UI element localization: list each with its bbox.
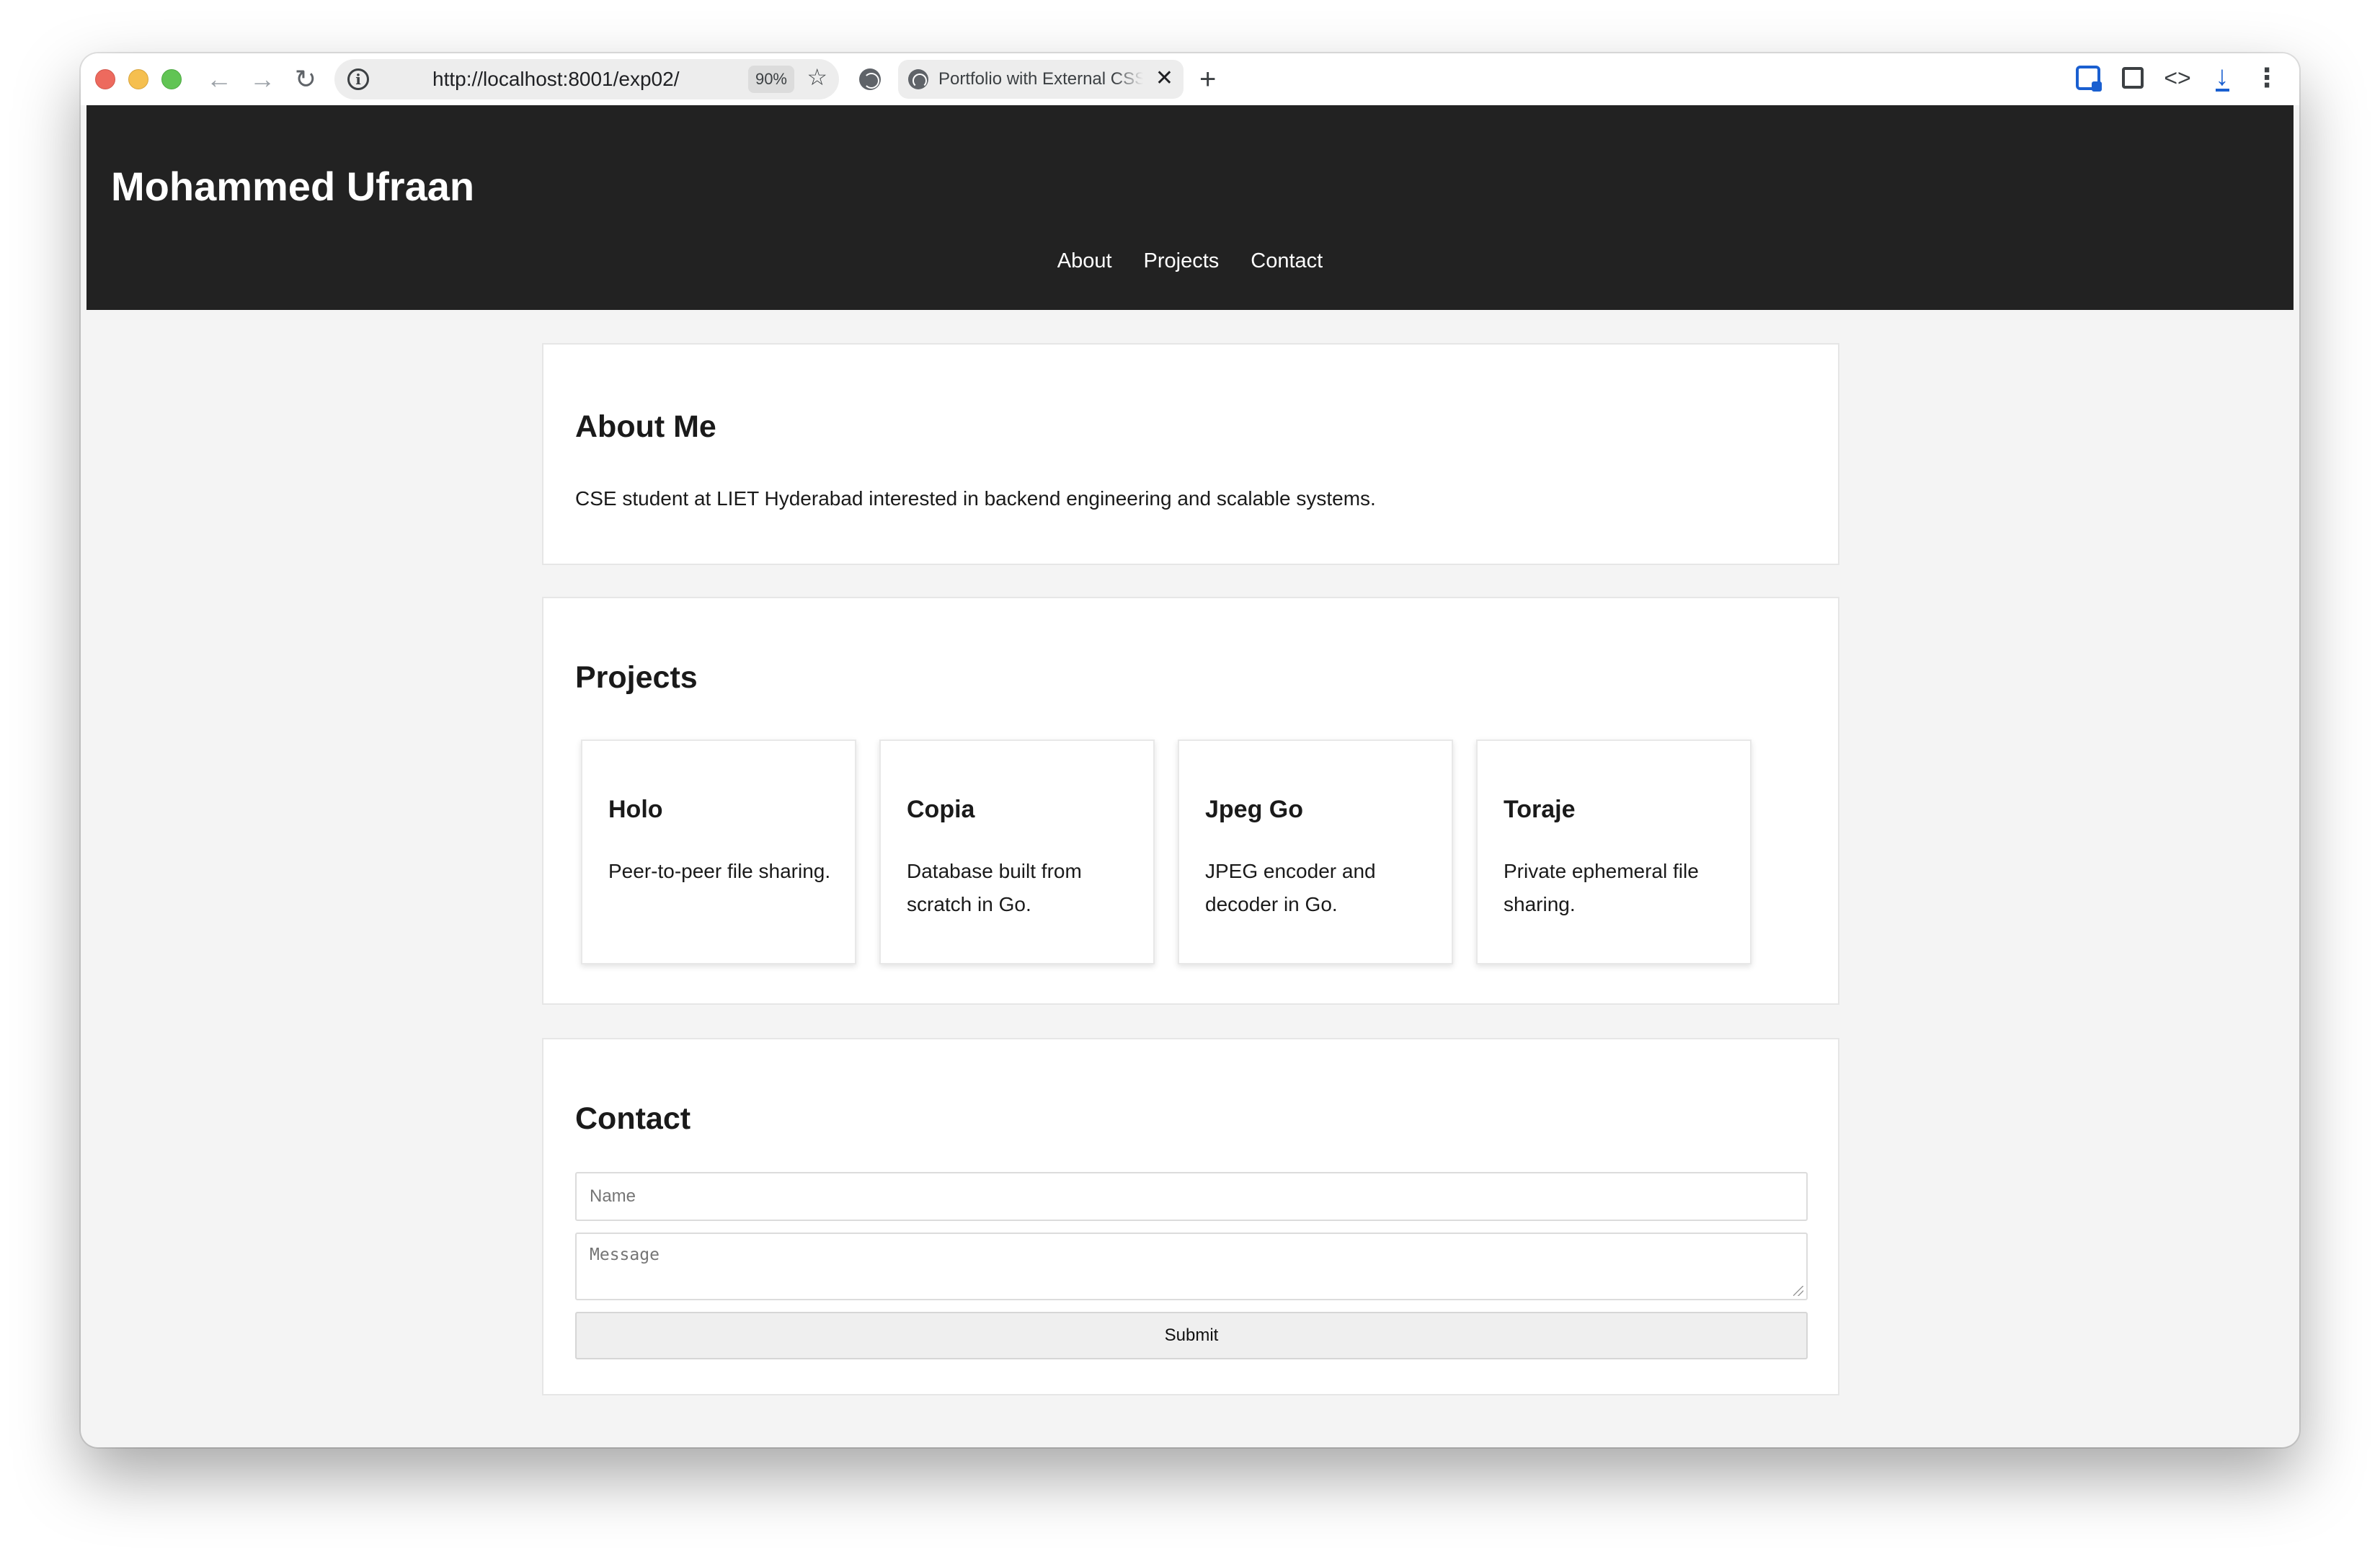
project-title: Jpeg Go [1205,796,1304,823]
puzzle-icon[interactable] [2118,62,2148,94]
about-heading: About Me [575,409,716,444]
project-description: Peer-to-peer file sharing. [608,860,831,882]
project-description: JPEG encoder and decoder in Go. [1205,860,1376,915]
nav-link-projects[interactable]: Projects [1144,249,1220,273]
browser-window: ← → ↻ i http://localhost:8001/exp02/ 90%… [81,53,2299,1447]
info-icon[interactable]: i [347,68,369,90]
nav-link-about[interactable]: About [1057,249,1112,273]
site-title: Mohammed Ufraan [111,164,475,209]
project-description: Private ephemeral file sharing. [1504,860,1699,915]
reload-icon[interactable]: ↻ [287,61,324,98]
submit-button[interactable]: Submit [575,1312,1808,1359]
site-nav: About Projects Contact [86,249,2294,273]
window-controls [95,69,182,89]
zoom-badge[interactable]: 90% [747,66,794,93]
close-icon[interactable]: ✕ [1155,66,1173,91]
maximize-window-button[interactable] [161,69,182,89]
about-text: CSE student at LIET Hyderabad interested… [575,487,1376,510]
tab-title: Portfolio with External CSS [938,69,1143,89]
globe-icon[interactable] [859,68,881,90]
project-card-copia: Copia Database built from scratch in Go. [879,740,1155,964]
projects-heading: Projects [575,660,698,695]
project-title: Copia [907,796,975,823]
close-window-button[interactable] [95,69,115,89]
address-bar[interactable]: i http://localhost:8001/exp02/ 90% ☆ [334,59,839,99]
extension-icon[interactable] [2073,62,2103,94]
browser-toolbar: ← → ↻ i http://localhost:8001/exp02/ 90%… [81,53,2299,105]
message-field[interactable]: Message [575,1233,1808,1300]
message-placeholder: Message [590,1246,660,1264]
minimize-window-button[interactable] [128,69,148,89]
projects-section: Projects Holo Peer-to-peer file sharing.… [542,597,1839,1005]
contact-heading: Contact [575,1101,691,1136]
url-text[interactable]: http://localhost:8001/exp02/ [432,68,679,91]
project-title: Holo [608,796,663,823]
project-card-holo: Holo Peer-to-peer file sharing. [581,740,856,964]
project-card-jpeg-go: Jpeg Go JPEG encoder and decoder in Go. [1178,740,1453,964]
name-field[interactable]: Name [575,1172,1808,1221]
project-description: Database built from scratch in Go. [907,860,1082,915]
project-card-toraje: Toraje Private ephemeral file sharing. [1476,740,1751,964]
arrow-right-icon[interactable]: → [244,61,281,98]
about-section: About Me CSE student at LIET Hyderabad i… [542,343,1839,565]
tab-favicon-icon [908,69,928,89]
page-viewport: Mohammed Ufraan About Projects Contact A… [86,105,2294,1442]
arrow-left-icon[interactable]: ← [200,61,238,98]
project-title: Toraje [1504,796,1576,823]
nav-link-contact[interactable]: Contact [1251,249,1323,273]
kebab-menu-icon[interactable]: ⋮ [2252,62,2282,94]
browser-tab[interactable]: Portfolio with External CSS ✕ [898,60,1184,99]
star-icon[interactable]: ☆ [807,63,827,91]
contact-section: Contact Name Message Submit [542,1038,1839,1395]
download-icon[interactable]: ↓ [2207,62,2237,94]
site-header: Mohammed Ufraan About Projects Contact [86,105,2294,310]
toolbar-actions: <> ↓ ⋮ [2073,62,2282,94]
plus-icon[interactable]: + [1199,65,1216,94]
code-icon[interactable]: <> [2162,62,2193,94]
resize-handle-icon[interactable] [1793,1286,1803,1296]
